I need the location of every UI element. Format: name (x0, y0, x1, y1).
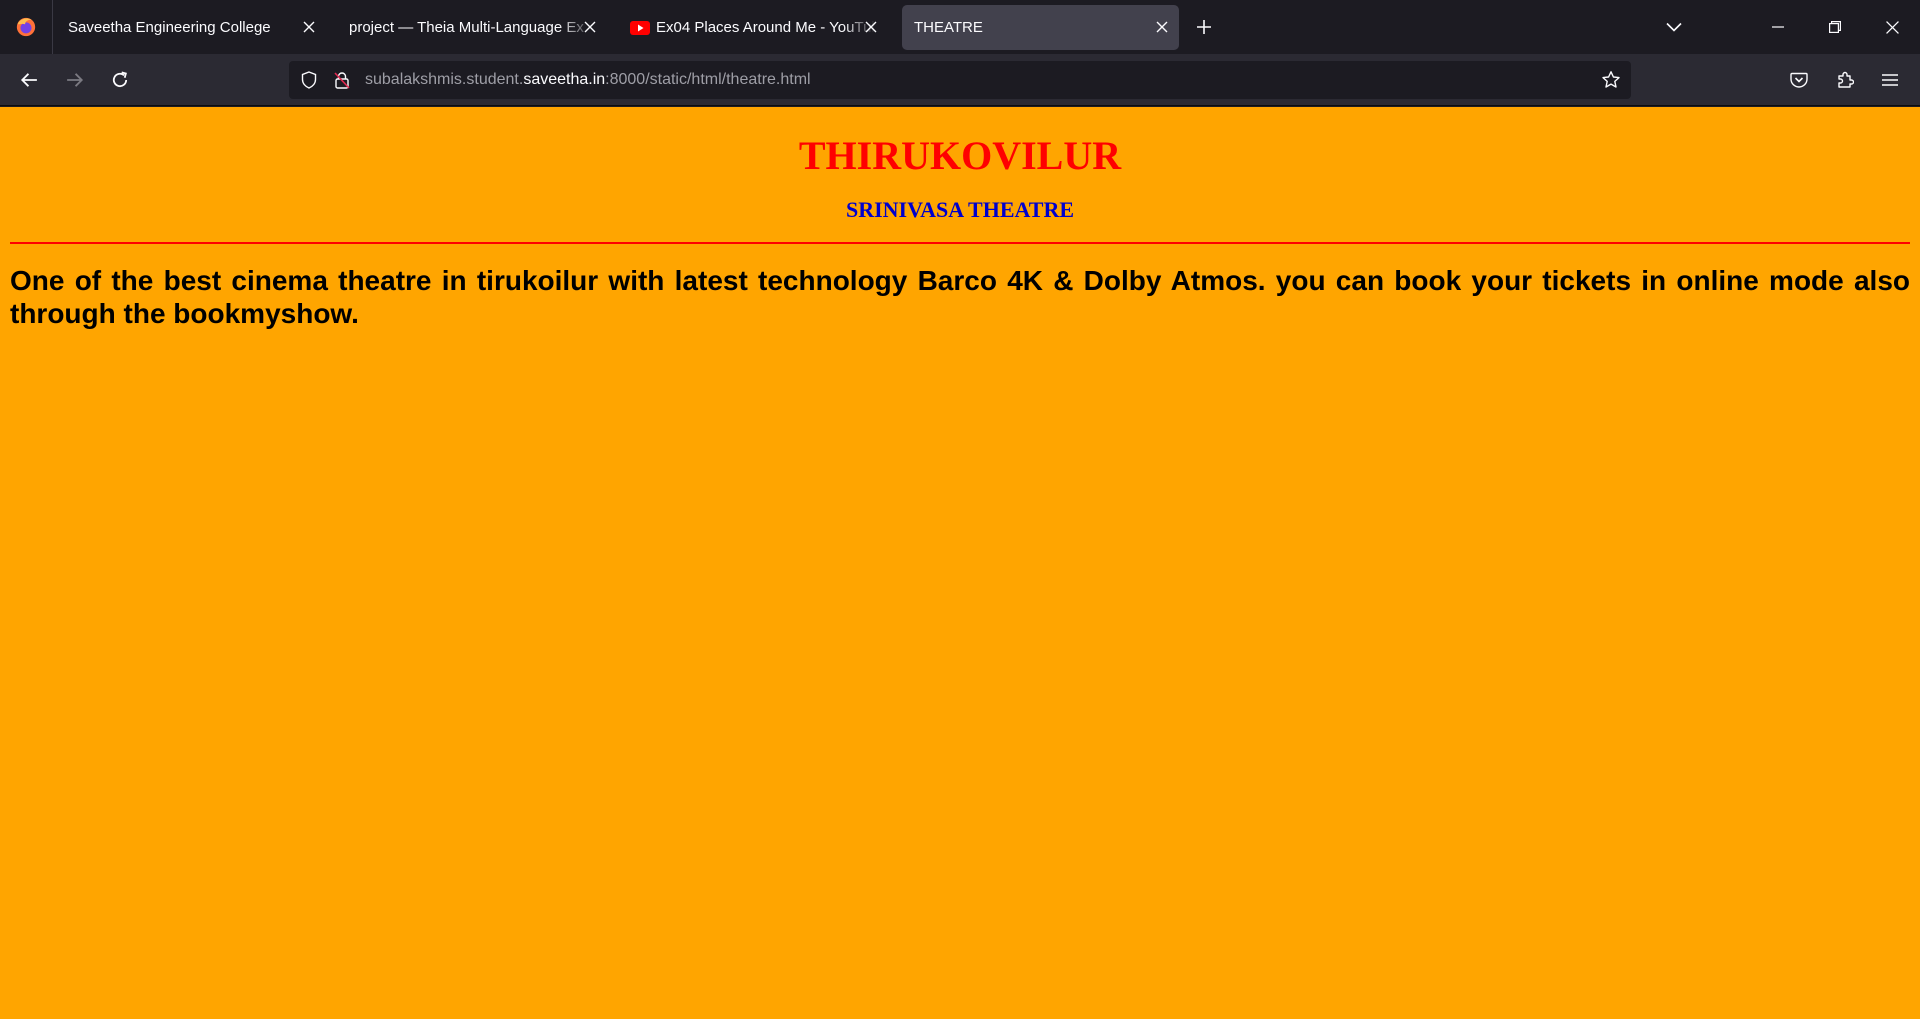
back-button[interactable] (12, 63, 46, 97)
divider (10, 242, 1910, 244)
tab-label: THEATRE (914, 19, 983, 36)
tab-strip: Saveetha Engineering College project — T… (0, 0, 1920, 54)
list-all-tabs-button[interactable] (1660, 14, 1688, 40)
youtube-icon (630, 18, 650, 38)
close-icon[interactable] (862, 18, 880, 36)
app-menu-button[interactable] (1873, 63, 1907, 97)
tab-youtube[interactable]: Ex04 Places Around Me - YouTube (618, 5, 888, 50)
address-bar[interactable]: subalakshmis.student.saveetha.in:8000/st… (289, 61, 1631, 99)
reload-icon (112, 71, 128, 88)
url-prefix: subalakshmis.student. (365, 71, 524, 88)
firefox-icon[interactable] (0, 0, 53, 54)
new-tab-button[interactable] (1190, 13, 1218, 41)
page-content: THIRUKOVILUR SRINIVASA THEATRE One of th… (0, 107, 1920, 1019)
restore-button[interactable] (1807, 0, 1863, 54)
chevron-down-icon (1666, 22, 1682, 32)
close-icon[interactable] (300, 18, 318, 36)
url-suffix: :8000/static/html/theatre.html (605, 71, 811, 88)
pocket-icon (1790, 72, 1808, 88)
minimize-icon (1772, 26, 1784, 28)
description-paragraph: One of the best cinema theatre in tiruko… (10, 265, 1910, 329)
tab-theatre[interactable]: THEATRE (902, 5, 1179, 50)
hamburger-menu-icon (1882, 74, 1898, 86)
tab-label: project — Theia Multi-Language Ex (349, 19, 584, 36)
shield-icon[interactable] (299, 70, 319, 90)
insecure-lock-icon[interactable] (332, 70, 352, 90)
puzzle-piece-icon (1838, 71, 1854, 88)
tab-label: Ex04 Places Around Me - YouTube (656, 19, 876, 36)
close-icon (1885, 20, 1899, 34)
arrow-right-icon (67, 73, 84, 87)
tab-project[interactable]: project — Theia Multi-Language Ex (337, 5, 607, 50)
close-window-button[interactable] (1864, 0, 1920, 54)
url-text[interactable]: subalakshmis.student.saveetha.in:8000/st… (365, 71, 811, 89)
forward-button[interactable] (58, 63, 92, 97)
pocket-button[interactable] (1782, 63, 1816, 97)
navigation-toolbar: subalakshmis.student.saveetha.in:8000/st… (0, 54, 1920, 106)
restore-icon (1829, 21, 1841, 33)
minimize-button[interactable] (1750, 0, 1806, 54)
close-icon[interactable] (1153, 18, 1171, 36)
bookmark-star-icon[interactable] (1599, 68, 1623, 92)
plus-icon (1197, 20, 1211, 34)
close-icon[interactable] (581, 18, 599, 36)
arrow-left-icon (20, 73, 37, 87)
tab-label: Saveetha Engineering College (68, 19, 271, 36)
tab-saveetha[interactable]: Saveetha Engineering College (56, 5, 326, 50)
extensions-button[interactable] (1828, 63, 1862, 97)
page-subheading: SRINIVASA THEATRE (845, 197, 1075, 222)
page-heading: THIRUKOVILUR (798, 133, 1122, 178)
url-host: saveetha.in (523, 71, 606, 88)
reload-button[interactable] (103, 63, 137, 97)
